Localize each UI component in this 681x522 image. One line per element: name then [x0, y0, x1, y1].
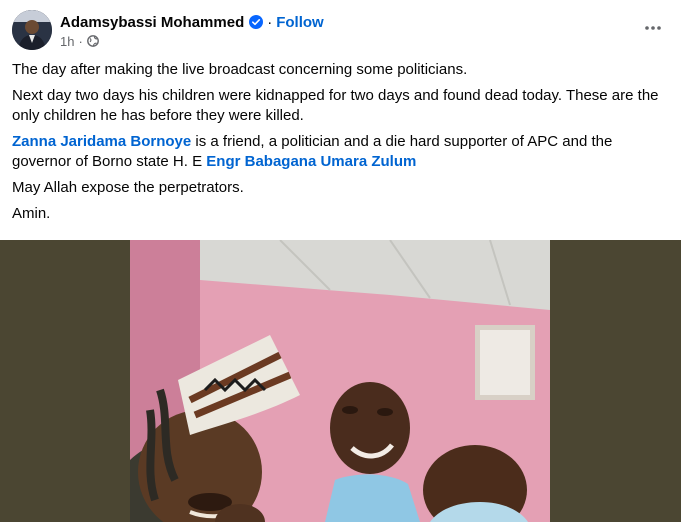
post-photo-container[interactable]: [0, 240, 681, 522]
globe-icon[interactable]: [86, 35, 99, 47]
meta-separator: ·: [78, 33, 83, 49]
author-name[interactable]: Adamsybassi Mohammed: [60, 14, 244, 31]
follow-button[interactable]: Follow: [276, 14, 324, 31]
separator-dot: ·: [267, 13, 273, 31]
more-options-button[interactable]: [641, 16, 665, 40]
post-meta: 1h ·: [60, 33, 99, 49]
post-header: Adamsybassi Mohammed · Follow 1h ·: [0, 0, 681, 58]
post-body: The day after making the live broadcast …: [12, 60, 670, 231]
post-photo[interactable]: [130, 240, 550, 522]
author-avatar[interactable]: [12, 10, 52, 50]
author-line: Adamsybassi Mohammed · Follow: [60, 12, 324, 32]
post-paragraph-5: Amin.: [12, 205, 51, 222]
verified-badge-icon: [249, 15, 264, 29]
post-paragraph-1: The day after making the live broadcast …: [12, 61, 468, 78]
mention-zanna-jaridama-bornoye[interactable]: Zanna Jaridama Bornoye: [12, 133, 191, 150]
more-options-icon: [645, 26, 661, 30]
post-paragraph-2: Next day two days his children were kidn…: [12, 87, 659, 124]
post-paragraph-4: May Allah expose the perpetrators.: [12, 179, 244, 196]
post-timestamp[interactable]: 1h: [60, 34, 74, 49]
post-paragraph-3: Zanna Jaridama Bornoye is a friend, a po…: [12, 132, 670, 172]
mention-babagana-umara-zulum[interactable]: Engr Babagana Umara Zulum: [206, 153, 416, 170]
